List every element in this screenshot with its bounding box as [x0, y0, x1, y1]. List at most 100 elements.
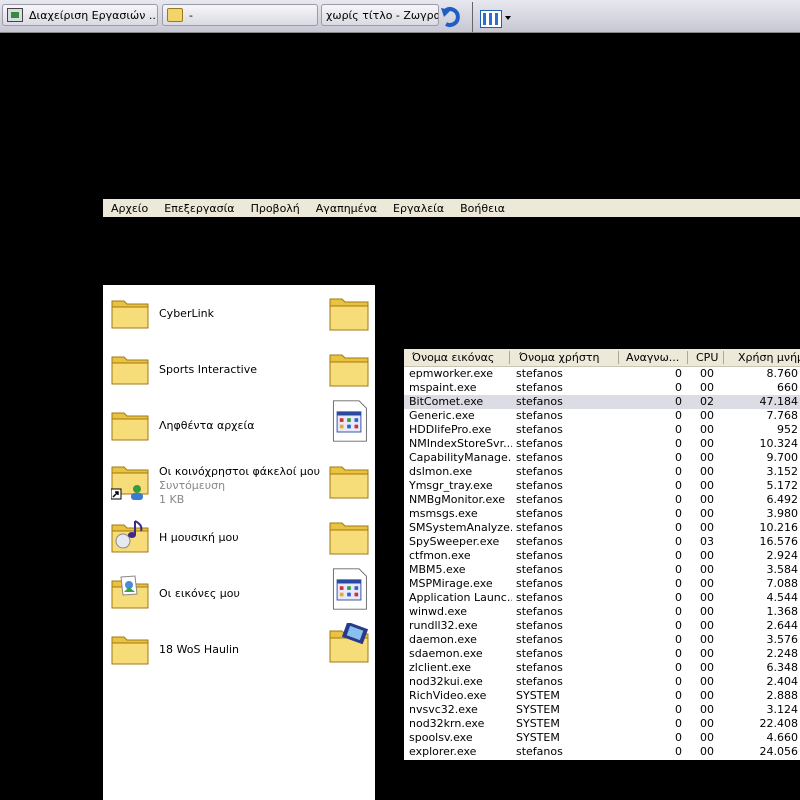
table-row[interactable]: nod32kui.exe stefanos 0 00 2.404: [404, 675, 800, 689]
process-user-name: stefanos: [516, 493, 563, 506]
folder-icon[interactable]: [328, 347, 370, 391]
menu-edit[interactable]: Επεξεργασία: [156, 202, 242, 215]
pictures-folder-icon: [111, 575, 149, 609]
folder-icon: [167, 8, 183, 22]
process-session-id: 0: [675, 591, 682, 604]
column-header-image-name[interactable]: Όνομα εικόνας: [412, 351, 508, 364]
chevron-down-icon[interactable]: [505, 16, 511, 20]
explorer-item-downloads[interactable]: Ληφθέντα αρχεία: [103, 399, 363, 449]
process-user-name: stefanos: [516, 577, 563, 590]
explorer-item-my-music[interactable]: Η μουσική μου: [103, 511, 363, 561]
process-session-id: 0: [675, 451, 682, 464]
video-folder-icon[interactable]: [328, 623, 370, 667]
process-memory: 24.056: [759, 745, 799, 758]
process-cpu: 00: [700, 507, 714, 520]
table-row[interactable]: sdaemon.exe stefanos 0 00 2.248: [404, 647, 800, 661]
process-user-name: stefanos: [516, 479, 563, 492]
explorer-item-label: Οι κοινόχρηστοι φάκελοί μου: [159, 465, 321, 478]
taskbar-button-paint[interactable]: χωρίς τίτλο - Ζωγραφική: [321, 4, 439, 26]
column-divider[interactable]: [509, 351, 510, 364]
table-row[interactable]: mspaint.exe stefanos 0 00 660: [404, 381, 800, 395]
table-row[interactable]: dslmon.exe stefanos 0 00 3.152: [404, 465, 800, 479]
column-divider[interactable]: [618, 351, 619, 364]
process-user-name: stefanos: [516, 409, 563, 422]
table-row[interactable]: Application Launc... stefanos 0 00 4.544: [404, 591, 800, 605]
table-row[interactable]: nvsvc32.exe SYSTEM 0 00 3.124: [404, 703, 800, 717]
process-session-id: 0: [675, 437, 682, 450]
column-header-session-id[interactable]: Αναγνω...: [626, 351, 684, 364]
table-row[interactable]: MSPMirage.exe stefanos 0 00 7.088: [404, 577, 800, 591]
process-image-name: msmsgs.exe: [409, 507, 478, 520]
table-row[interactable]: zlclient.exe stefanos 0 00 6.348: [404, 661, 800, 675]
folder-icon[interactable]: [328, 291, 370, 335]
process-memory: 7.768: [766, 409, 799, 422]
process-image-name: ctfmon.exe: [409, 549, 471, 562]
explorer-item-sports-interactive[interactable]: Sports Interactive: [103, 343, 363, 393]
table-row[interactable]: BitComet.exe stefanos 0 02 47.184: [404, 395, 800, 409]
table-row[interactable]: SMSystemAnalyze... stefanos 0 00 10.216: [404, 521, 800, 535]
menu-favorites[interactable]: Αγαπημένα: [308, 202, 385, 215]
process-session-id: 0: [675, 493, 682, 506]
process-session-id: 0: [675, 479, 682, 492]
table-row[interactable]: msmsgs.exe stefanos 0 00 3.980: [404, 507, 800, 521]
explorer-item-size: 1 KB: [159, 493, 185, 506]
table-row[interactable]: Generic.exe stefanos 0 00 7.768: [404, 409, 800, 423]
process-memory: 1.368: [766, 605, 799, 618]
table-row[interactable]: rundll32.exe stefanos 0 00 2.644: [404, 619, 800, 633]
process-cpu: 00: [700, 689, 714, 702]
menu-help[interactable]: Βοήθεια: [452, 202, 513, 215]
table-row[interactable]: epmworker.exe stefanos 0 00 8.760: [404, 367, 800, 381]
explorer-item-cyberlink[interactable]: CyberLink: [103, 287, 363, 337]
process-cpu: 00: [700, 703, 714, 716]
table-row[interactable]: daemon.exe stefanos 0 00 3.576: [404, 633, 800, 647]
table-row[interactable]: HDDlifePro.exe stefanos 0 00 952: [404, 423, 800, 437]
process-image-name: SpySweeper.exe: [409, 535, 500, 548]
process-session-id: 0: [675, 535, 682, 548]
process-session-id: 0: [675, 731, 682, 744]
grid-window-icon[interactable]: [480, 10, 502, 28]
column-header-user-name[interactable]: Όνομα χρήστη: [519, 351, 615, 364]
table-row[interactable]: explorer.exe stefanos 0 00 24.056: [404, 745, 800, 759]
application-window-icon[interactable]: [328, 399, 370, 443]
taskbar-button-task-manager[interactable]: Διαχείριση Εργασιών ...: [2, 4, 158, 26]
process-cpu: 00: [700, 605, 714, 618]
column-divider[interactable]: [687, 351, 688, 364]
process-image-name: NMIndexStoreSvr...: [409, 437, 512, 450]
table-row[interactable]: winwd.exe stefanos 0 00 1.368: [404, 605, 800, 619]
application-window-icon[interactable]: [328, 567, 370, 611]
menu-view[interactable]: Προβολή: [243, 202, 308, 215]
process-image-name: sdaemon.exe: [409, 647, 483, 660]
folder-icon[interactable]: [328, 459, 370, 503]
explorer-item-shared-folders-shortcut[interactable]: Οι κοινόχρηστοι φάκελοί μου Συντόμευση 1…: [103, 451, 363, 507]
column-header-cpu[interactable]: CPU: [696, 351, 720, 364]
table-row[interactable]: nod32krn.exe SYSTEM 0 00 22.408: [404, 717, 800, 731]
process-cpu: 00: [700, 633, 714, 646]
process-user-name: stefanos: [516, 633, 563, 646]
menu-file[interactable]: Αρχείο: [103, 202, 156, 215]
table-row[interactable]: NMBgMonitor.exe stefanos 0 00 6.492: [404, 493, 800, 507]
table-row[interactable]: MBM5.exe stefanos 0 00 3.584: [404, 563, 800, 577]
explorer-item-18-wos-haulin[interactable]: 18 WoS Haulin: [103, 623, 363, 673]
process-image-name: nod32kui.exe: [409, 675, 483, 688]
table-row[interactable]: ctfmon.exe stefanos 0 00 2.924: [404, 549, 800, 563]
explorer-item-my-pictures[interactable]: Οι εικόνες μου: [103, 567, 363, 617]
undo-arrow-icon[interactable]: [440, 6, 466, 28]
process-image-name: Application Launc...: [409, 591, 512, 604]
table-row[interactable]: CapabilityManage... stefanos 0 00 9.700: [404, 451, 800, 465]
folder-icon[interactable]: [328, 515, 370, 559]
table-row[interactable]: Ymsgr_tray.exe stefanos 0 00 5.172: [404, 479, 800, 493]
table-row[interactable]: SpySweeper.exe stefanos 0 03 16.576: [404, 535, 800, 549]
column-header-memory-usage[interactable]: Χρήση μνήμη: [738, 351, 800, 364]
menu-tools[interactable]: Εργαλεία: [385, 202, 452, 215]
process-session-id: 0: [675, 717, 682, 730]
process-user-name: stefanos: [516, 395, 563, 408]
column-divider[interactable]: [723, 351, 724, 364]
table-row[interactable]: spoolsv.exe SYSTEM 0 00 4.660: [404, 731, 800, 745]
process-cpu: 00: [700, 661, 714, 674]
process-cpu: 00: [700, 465, 714, 478]
table-row[interactable]: NMIndexStoreSvr... stefanos 0 00 10.324: [404, 437, 800, 451]
table-row[interactable]: RichVideo.exe SYSTEM 0 00 2.888: [404, 689, 800, 703]
process-list-header: Όνομα εικόνας Όνομα χρήστη Αναγνω... CPU…: [404, 349, 800, 367]
taskbar-button-folder[interactable]: -: [162, 4, 318, 26]
process-user-name: stefanos: [516, 647, 563, 660]
